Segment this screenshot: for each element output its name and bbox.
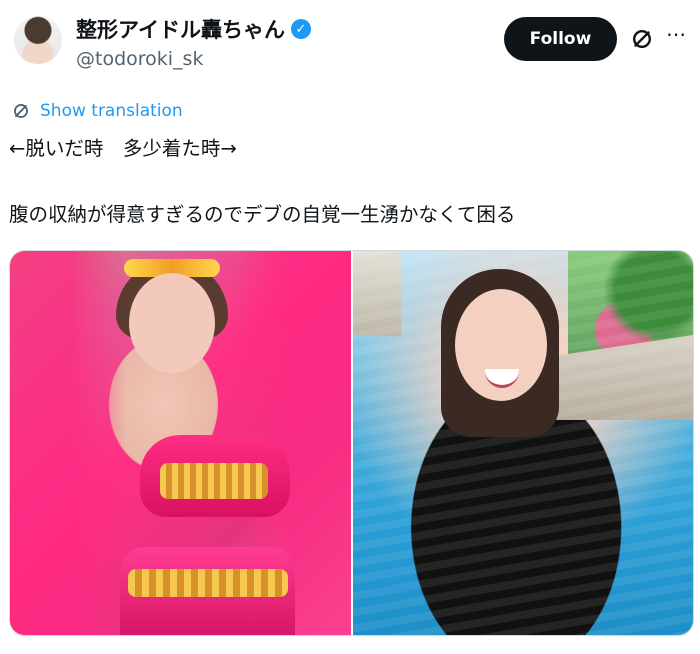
show-translation-label[interactable]: Show translation <box>40 101 183 121</box>
verified-badge-icon: ✓ <box>290 19 311 39</box>
post-line-1: ←脱いだ時 多少着た時→ <box>9 137 237 160</box>
translate-icon <box>14 104 28 118</box>
grok-icon[interactable] <box>629 26 655 52</box>
show-translation-link[interactable]: Show translation <box>10 100 183 122</box>
profile-handle[interactable]: @todoroki_sk <box>76 48 203 70</box>
left-face-shape <box>129 273 215 373</box>
gold-sequins-top <box>160 463 268 499</box>
profile-avatar[interactable] <box>14 16 62 64</box>
gold-sequins-belt <box>128 569 288 597</box>
post-line-gap <box>9 165 689 198</box>
post-line-2: 腹の収納が得意すぎるのでデブの自覚一生湧かなくて困る <box>9 203 516 226</box>
profile-display-name[interactable]: 整形アイドル轟ちゃん <box>76 14 285 44</box>
follow-button[interactable]: Follow <box>504 17 617 61</box>
profile-name-line: 整形アイドル轟ちゃん ✓ <box>76 14 311 44</box>
more-options-icon[interactable]: ⋯ <box>666 22 687 46</box>
photo-right[interactable] <box>352 251 693 635</box>
post-media-grid[interactable] <box>9 250 694 636</box>
photo-left[interactable] <box>10 251 351 635</box>
post-text: ←脱いだ時 多少着た時→ 腹の収納が得意すぎるのでデブの自覚一生湧かなくて困る <box>9 132 689 231</box>
